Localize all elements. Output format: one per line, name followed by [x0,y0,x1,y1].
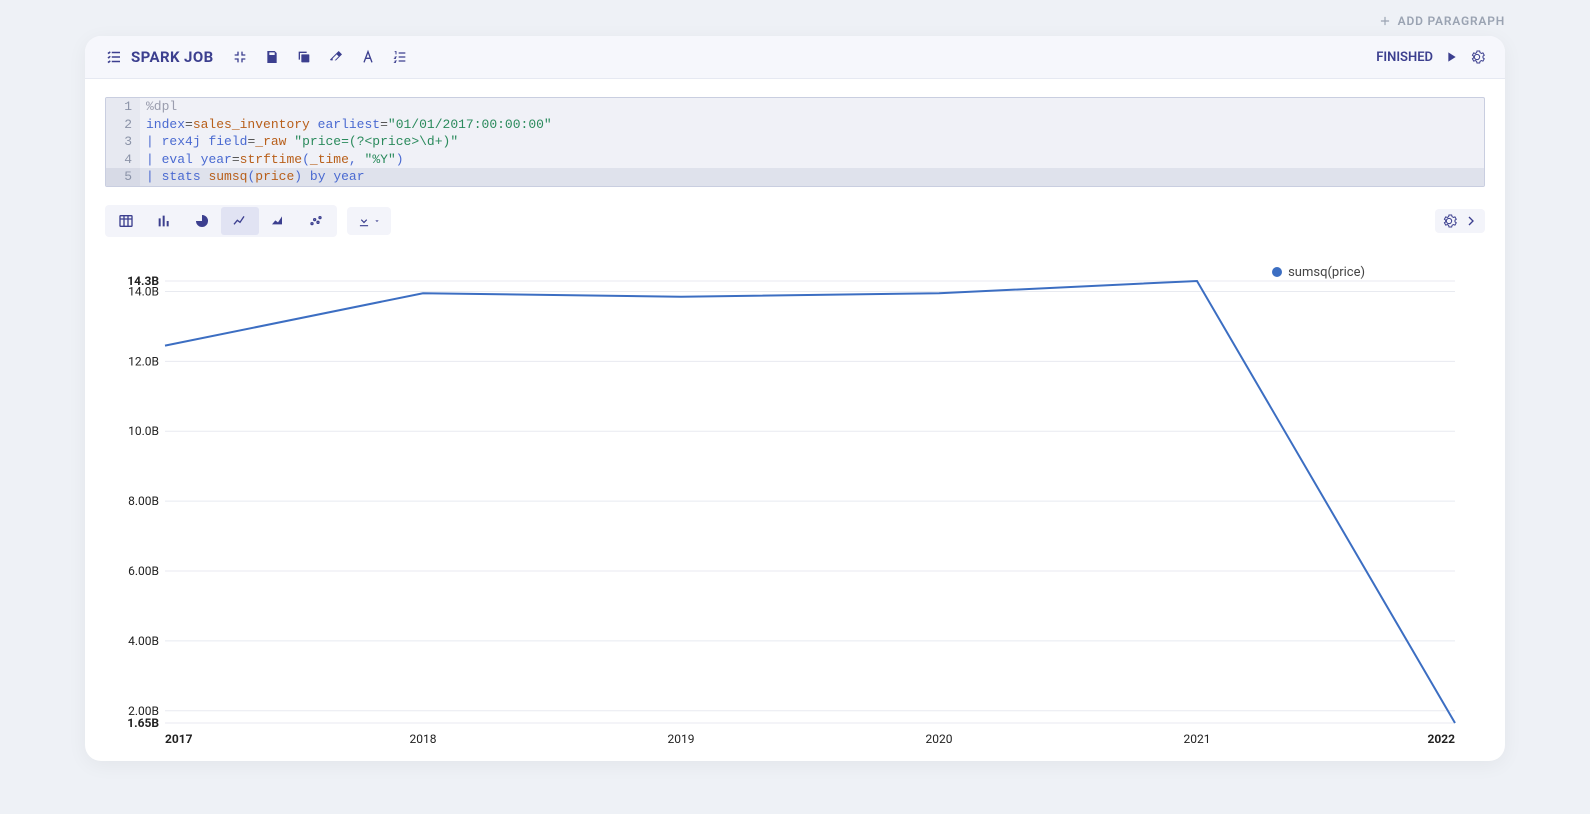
cell-title[interactable]: SPARK JOB [105,48,214,66]
line-number: 1 [106,98,140,116]
line-number: 3 [106,133,140,151]
play-icon[interactable] [1443,49,1459,65]
bar-icon [156,213,172,229]
erase-icon[interactable] [328,49,344,65]
cell-status: FINISHED [1376,50,1433,65]
y-tick-label: 10.0B [128,424,159,438]
plus-icon [1378,14,1392,28]
y-tick-label: 6.00B [128,564,159,578]
line-number: 2 [106,116,140,134]
x-tick-label: 2019 [668,732,695,746]
y-tick-label: 1.65B [127,716,159,730]
cell-title-text: SPARK JOB [131,48,214,66]
x-tick-label: 2020 [926,732,953,746]
line-content: index=sales_inventory earliest="01/01/20… [140,116,1484,134]
code-line[interactable]: 3| rex4j field=_raw "price=(?<price>\d+)… [106,133,1484,151]
table-icon [118,213,134,229]
notebook-cell: SPARK JOB FINISHED 1%dpl2index=sales_inv… [85,36,1505,761]
list-check-icon [105,48,123,66]
legend-label: sumsq(price) [1288,265,1365,280]
viz-bar-button[interactable] [145,207,183,235]
viz-toolbar [85,199,1505,241]
line-content: | stats sumsq(price) by year [140,168,1484,186]
line-number: 4 [106,151,140,169]
code-line[interactable]: 5| stats sumsq(price) by year [106,168,1484,186]
x-tick-label: 2018 [410,732,437,746]
line-number: 5 [106,168,140,186]
y-tick-label: 4.00B [128,634,159,648]
font-icon[interactable] [360,49,376,65]
compress-icon[interactable] [232,49,248,65]
line-content: %dpl [140,98,1484,116]
code-line[interactable]: 4| eval year=strftime(_time, "%Y") [106,151,1484,169]
add-paragraph-button[interactable]: ADD PARAGRAPH [85,10,1505,36]
area-icon [270,213,286,229]
code-editor[interactable]: 1%dpl2index=sales_inventory earliest="01… [105,97,1485,187]
gear-icon[interactable] [1441,213,1457,229]
line-icon [232,213,248,229]
ordered-list-icon[interactable] [392,49,408,65]
chart-legend[interactable]: sumsq(price) [1272,265,1365,280]
add-paragraph-label: ADD PARAGRAPH [1398,14,1505,28]
pie-icon [194,213,210,229]
viz-scatter-button[interactable] [297,207,335,235]
x-tick-label: 2021 [1184,732,1211,746]
line-content: | eval year=strftime(_time, "%Y") [140,151,1484,169]
line-content: | rex4j field=_raw "price=(?<price>\d+)" [140,133,1484,151]
scatter-icon [308,213,324,229]
x-tick-label: 2017 [165,732,193,746]
legend-dot [1272,267,1282,277]
chevron-right-icon[interactable] [1463,213,1479,229]
code-line[interactable]: 2index=sales_inventory earliest="01/01/2… [106,116,1484,134]
viz-area-button[interactable] [259,207,297,235]
series-line [165,281,1455,723]
gear-icon[interactable] [1469,49,1485,65]
download-icon [357,214,371,228]
save-icon[interactable] [264,49,280,65]
download-button[interactable] [347,207,391,235]
copy-icon[interactable] [296,49,312,65]
chart-area: sumsq(price) 14.3B14.0B12.0B10.0B8.00B6.… [85,241,1505,761]
x-tick-label: 2022 [1427,732,1455,746]
viz-pie-button[interactable] [183,207,221,235]
y-tick-label: 14.0B [128,284,159,298]
viz-table-button[interactable] [107,207,145,235]
code-line[interactable]: 1%dpl [106,98,1484,116]
y-tick-label: 12.0B [128,354,159,368]
line-chart: 14.3B14.0B12.0B10.0B8.00B6.00B4.00B2.00B… [105,261,1465,751]
y-tick-label: 8.00B [128,494,159,508]
caret-down-icon [373,217,381,225]
viz-line-button[interactable] [221,207,259,235]
cell-header: SPARK JOB FINISHED [85,36,1505,79]
